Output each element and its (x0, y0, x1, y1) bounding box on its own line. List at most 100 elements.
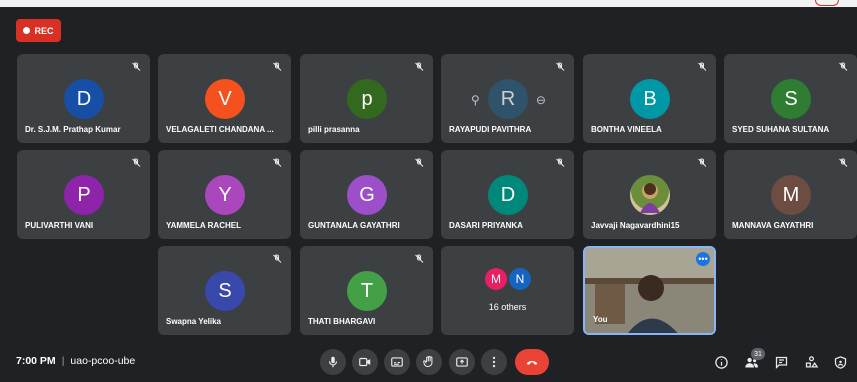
mic-off-icon (554, 61, 566, 73)
avatar-initial: V (218, 87, 232, 110)
avatar: Y (205, 175, 245, 215)
participant-tile[interactable]: P PULIVARTHI VANI (17, 150, 150, 239)
participant-name: VELAGALETI CHANDANA ... (166, 125, 274, 134)
avatar-initial: P (77, 183, 91, 206)
mic-off-icon (837, 61, 849, 73)
participant-tile[interactable]: D Dr. S.J.M. Prathap Kumar (17, 54, 150, 143)
participant-name: RAYAPUDI PAVITHRA (449, 125, 532, 134)
chat-icon (775, 356, 787, 369)
participant-tile[interactable]: G GUNTANALA GAYATHRI (300, 150, 433, 239)
participant-name: Swapna Yelika (166, 317, 221, 326)
avatar-initial: D (500, 183, 516, 206)
participant-tile[interactable]: M MANNAVA GAYATHRI (724, 150, 857, 239)
mic-off-icon (130, 157, 142, 169)
participant-name: Javvaji Nagavardhini15 (591, 221, 680, 230)
others-avatar: N (509, 268, 531, 290)
top-tab-indicator (815, 0, 839, 6)
browser-top-strip (0, 0, 857, 7)
meeting-time: 7:00 PM (16, 355, 56, 367)
self-video-tile[interactable]: ••• You (583, 246, 716, 335)
participant-tile[interactable]: D DASARI PRIYANKA (441, 150, 574, 239)
avatar-initial: M (491, 272, 501, 286)
mic-button[interactable] (320, 349, 346, 375)
avatar-initial: N (515, 272, 525, 286)
avatar-initial: S (784, 87, 798, 110)
avatar-initial: B (643, 87, 657, 110)
mic-off-icon (413, 253, 425, 265)
activities-button[interactable] (801, 352, 821, 372)
participant-name: GUNTANALA GAYATHRI (308, 221, 400, 230)
camera-button[interactable] (352, 349, 378, 375)
mic-off-icon (130, 61, 142, 73)
avatar: G (347, 175, 387, 215)
mic-off-icon (413, 61, 425, 73)
participant-name: DASARI PRIYANKA (449, 221, 523, 230)
participant-name: PULIVARTHI VANI (25, 221, 94, 230)
avatar-initial: G (359, 183, 375, 206)
avatar-initial: D (76, 87, 92, 110)
meeting-details-button[interactable] (711, 352, 731, 372)
raise-hand-icon (423, 355, 433, 367)
avatar: V (205, 79, 245, 119)
participant-name: Dr. S.J.M. Prathap Kumar (25, 125, 121, 134)
participant-name: pilli prasanna (308, 125, 360, 134)
meta-separator: | (61, 355, 65, 367)
others-avatar: M (485, 268, 507, 290)
participant-tile[interactable]: Y YAMMELA RACHEL (158, 150, 291, 239)
more-options-icon[interactable]: ••• (696, 252, 710, 266)
bottom-bar: 7:00 PM | uao-pcoo-ube 31 (0, 342, 857, 382)
captions-button[interactable] (384, 349, 410, 375)
present-button[interactable] (449, 349, 475, 375)
mic-off-icon (554, 157, 566, 169)
avatar-initial: p (361, 87, 373, 110)
avatar: P (64, 175, 104, 215)
recording-indicator[interactable]: REC (16, 19, 61, 42)
participant-tile[interactable]: R ⚲ ⊖ RAYAPUDI PAVITHRA (441, 54, 574, 143)
captions-icon (391, 357, 403, 367)
participant-count-badge: 31 (751, 348, 765, 360)
others-count: 16 others (488, 302, 527, 312)
activities-icon (805, 355, 818, 367)
people-button[interactable]: 31 (741, 348, 765, 372)
avatar-photo (630, 175, 670, 215)
more-options-button[interactable] (481, 349, 507, 375)
avatar: M (771, 175, 811, 215)
avatar: S (771, 79, 811, 119)
participant-name: BONTHA VINEELA (591, 125, 662, 134)
mic-icon (328, 356, 338, 368)
avatar-initial: Y (218, 183, 232, 206)
avatar: B (630, 79, 670, 119)
self-name: You (593, 315, 608, 324)
others-tile[interactable]: M N 16 others (441, 246, 574, 335)
avatar: T (347, 271, 387, 311)
participant-tile[interactable]: V VELAGALETI CHANDANA ... (158, 54, 291, 143)
meeting-meta: 7:00 PM | uao-pcoo-ube (16, 355, 135, 367)
avatar: D (488, 175, 528, 215)
tile-hover-controls: ⚲ ⊖ (471, 89, 546, 111)
participant-tile[interactable]: T THATI BHARGAVI (300, 246, 433, 335)
participant-tile[interactable]: p pilli prasanna (300, 54, 433, 143)
participant-tile[interactable]: S Swapna Yelika (158, 246, 291, 335)
avatar: D (64, 79, 104, 119)
participant-tile[interactable]: S SYED SUHANA SULTANA (724, 54, 857, 143)
mic-off-icon (413, 157, 425, 169)
raise-hand-button[interactable] (416, 349, 442, 375)
leave-call-button[interactable] (515, 349, 549, 375)
participant-name: THATI BHARGAVI (308, 317, 376, 326)
record-dot-icon (23, 27, 31, 34)
pin-icon[interactable]: ⚲ (471, 93, 480, 107)
participant-name: SYED SUHANA SULTANA (732, 125, 830, 134)
mic-off-icon (271, 61, 283, 73)
chat-button[interactable] (771, 352, 791, 372)
participant-tile[interactable]: B BONTHA VINEELA (583, 54, 716, 143)
more-options-icon (492, 356, 496, 368)
person-photo-icon (640, 183, 660, 213)
meeting-code: uao-pcoo-ube (70, 355, 136, 367)
present-icon (456, 357, 468, 367)
info-icon (714, 355, 728, 369)
mic-off-icon (271, 253, 283, 265)
host-controls-button[interactable] (830, 352, 850, 372)
host-controls-icon (834, 355, 846, 369)
participant-tile[interactable]: Javvaji Nagavardhini15 (583, 150, 716, 239)
remove-icon[interactable]: ⊖ (536, 93, 546, 107)
